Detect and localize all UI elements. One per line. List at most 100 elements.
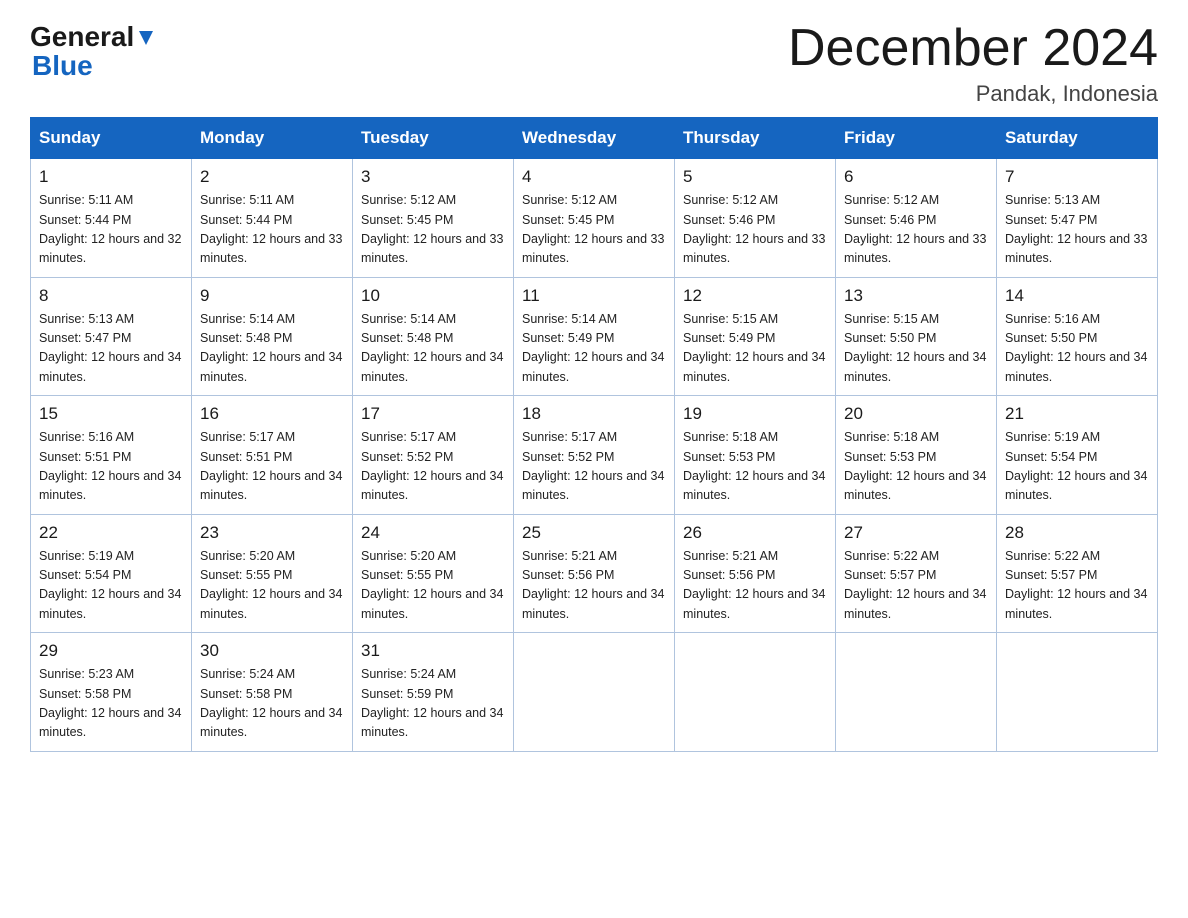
day-number: 31 xyxy=(361,641,505,661)
day-info: Sunrise: 5:18 AM Sunset: 5:53 PM Dayligh… xyxy=(844,428,988,506)
day-cell: 19 Sunrise: 5:18 AM Sunset: 5:53 PM Dayl… xyxy=(675,396,836,515)
title-block: December 2024 Pandak, Indonesia xyxy=(788,20,1158,107)
day-info: Sunrise: 5:19 AM Sunset: 5:54 PM Dayligh… xyxy=(1005,428,1149,506)
day-cell: 31 Sunrise: 5:24 AM Sunset: 5:59 PM Dayl… xyxy=(353,633,514,752)
day-info: Sunrise: 5:21 AM Sunset: 5:56 PM Dayligh… xyxy=(522,547,666,625)
day-cell: 9 Sunrise: 5:14 AM Sunset: 5:48 PM Dayli… xyxy=(192,277,353,396)
day-info: Sunrise: 5:17 AM Sunset: 5:52 PM Dayligh… xyxy=(522,428,666,506)
day-info: Sunrise: 5:14 AM Sunset: 5:49 PM Dayligh… xyxy=(522,310,666,388)
day-cell: 30 Sunrise: 5:24 AM Sunset: 5:58 PM Dayl… xyxy=(192,633,353,752)
day-cell xyxy=(997,633,1158,752)
day-info: Sunrise: 5:17 AM Sunset: 5:52 PM Dayligh… xyxy=(361,428,505,506)
col-header-thursday: Thursday xyxy=(675,118,836,159)
day-cell: 18 Sunrise: 5:17 AM Sunset: 5:52 PM Dayl… xyxy=(514,396,675,515)
day-number: 28 xyxy=(1005,523,1149,543)
day-info: Sunrise: 5:12 AM Sunset: 5:46 PM Dayligh… xyxy=(683,191,827,269)
day-info: Sunrise: 5:13 AM Sunset: 5:47 PM Dayligh… xyxy=(39,310,183,388)
day-cell: 27 Sunrise: 5:22 AM Sunset: 5:57 PM Dayl… xyxy=(836,514,997,633)
week-row-2: 8 Sunrise: 5:13 AM Sunset: 5:47 PM Dayli… xyxy=(31,277,1158,396)
day-number: 7 xyxy=(1005,167,1149,187)
day-info: Sunrise: 5:15 AM Sunset: 5:49 PM Dayligh… xyxy=(683,310,827,388)
col-header-saturday: Saturday xyxy=(997,118,1158,159)
day-cell: 25 Sunrise: 5:21 AM Sunset: 5:56 PM Dayl… xyxy=(514,514,675,633)
week-row-3: 15 Sunrise: 5:16 AM Sunset: 5:51 PM Dayl… xyxy=(31,396,1158,515)
day-number: 13 xyxy=(844,286,988,306)
logo-general: General xyxy=(30,21,134,53)
day-cell: 26 Sunrise: 5:21 AM Sunset: 5:56 PM Dayl… xyxy=(675,514,836,633)
day-cell: 16 Sunrise: 5:17 AM Sunset: 5:51 PM Dayl… xyxy=(192,396,353,515)
day-number: 17 xyxy=(361,404,505,424)
day-info: Sunrise: 5:15 AM Sunset: 5:50 PM Dayligh… xyxy=(844,310,988,388)
day-number: 10 xyxy=(361,286,505,306)
day-number: 15 xyxy=(39,404,183,424)
day-cell: 13 Sunrise: 5:15 AM Sunset: 5:50 PM Dayl… xyxy=(836,277,997,396)
day-number: 19 xyxy=(683,404,827,424)
col-header-sunday: Sunday xyxy=(31,118,192,159)
day-number: 4 xyxy=(522,167,666,187)
logo-arrow-icon xyxy=(137,22,155,54)
day-info: Sunrise: 5:13 AM Sunset: 5:47 PM Dayligh… xyxy=(1005,191,1149,269)
day-cell: 7 Sunrise: 5:13 AM Sunset: 5:47 PM Dayli… xyxy=(997,159,1158,278)
day-number: 25 xyxy=(522,523,666,543)
week-row-4: 22 Sunrise: 5:19 AM Sunset: 5:54 PM Dayl… xyxy=(31,514,1158,633)
day-cell: 1 Sunrise: 5:11 AM Sunset: 5:44 PM Dayli… xyxy=(31,159,192,278)
day-cell: 12 Sunrise: 5:15 AM Sunset: 5:49 PM Dayl… xyxy=(675,277,836,396)
col-header-monday: Monday xyxy=(192,118,353,159)
subtitle: Pandak, Indonesia xyxy=(788,81,1158,107)
day-number: 18 xyxy=(522,404,666,424)
day-cell: 5 Sunrise: 5:12 AM Sunset: 5:46 PM Dayli… xyxy=(675,159,836,278)
week-row-1: 1 Sunrise: 5:11 AM Sunset: 5:44 PM Dayli… xyxy=(31,159,1158,278)
day-number: 12 xyxy=(683,286,827,306)
day-cell: 11 Sunrise: 5:14 AM Sunset: 5:49 PM Dayl… xyxy=(514,277,675,396)
day-cell: 24 Sunrise: 5:20 AM Sunset: 5:55 PM Dayl… xyxy=(353,514,514,633)
day-cell: 22 Sunrise: 5:19 AM Sunset: 5:54 PM Dayl… xyxy=(31,514,192,633)
day-info: Sunrise: 5:20 AM Sunset: 5:55 PM Dayligh… xyxy=(200,547,344,625)
col-header-tuesday: Tuesday xyxy=(353,118,514,159)
day-info: Sunrise: 5:12 AM Sunset: 5:45 PM Dayligh… xyxy=(361,191,505,269)
day-cell: 4 Sunrise: 5:12 AM Sunset: 5:45 PM Dayli… xyxy=(514,159,675,278)
day-cell: 17 Sunrise: 5:17 AM Sunset: 5:52 PM Dayl… xyxy=(353,396,514,515)
day-info: Sunrise: 5:16 AM Sunset: 5:51 PM Dayligh… xyxy=(39,428,183,506)
day-info: Sunrise: 5:12 AM Sunset: 5:46 PM Dayligh… xyxy=(844,191,988,269)
day-cell xyxy=(836,633,997,752)
day-number: 14 xyxy=(1005,286,1149,306)
day-cell: 8 Sunrise: 5:13 AM Sunset: 5:47 PM Dayli… xyxy=(31,277,192,396)
col-header-friday: Friday xyxy=(836,118,997,159)
day-cell: 29 Sunrise: 5:23 AM Sunset: 5:58 PM Dayl… xyxy=(31,633,192,752)
calendar-header-row: SundayMondayTuesdayWednesdayThursdayFrid… xyxy=(31,118,1158,159)
day-number: 22 xyxy=(39,523,183,543)
day-cell: 10 Sunrise: 5:14 AM Sunset: 5:48 PM Dayl… xyxy=(353,277,514,396)
day-cell xyxy=(675,633,836,752)
day-cell xyxy=(514,633,675,752)
week-row-5: 29 Sunrise: 5:23 AM Sunset: 5:58 PM Dayl… xyxy=(31,633,1158,752)
day-info: Sunrise: 5:24 AM Sunset: 5:59 PM Dayligh… xyxy=(361,665,505,743)
logo-blue: Blue xyxy=(32,50,93,82)
day-number: 27 xyxy=(844,523,988,543)
day-info: Sunrise: 5:11 AM Sunset: 5:44 PM Dayligh… xyxy=(200,191,344,269)
day-info: Sunrise: 5:12 AM Sunset: 5:45 PM Dayligh… xyxy=(522,191,666,269)
day-number: 2 xyxy=(200,167,344,187)
day-info: Sunrise: 5:16 AM Sunset: 5:50 PM Dayligh… xyxy=(1005,310,1149,388)
day-number: 30 xyxy=(200,641,344,661)
day-cell: 15 Sunrise: 5:16 AM Sunset: 5:51 PM Dayl… xyxy=(31,396,192,515)
day-number: 20 xyxy=(844,404,988,424)
day-number: 26 xyxy=(683,523,827,543)
col-header-wednesday: Wednesday xyxy=(514,118,675,159)
day-number: 23 xyxy=(200,523,344,543)
day-info: Sunrise: 5:22 AM Sunset: 5:57 PM Dayligh… xyxy=(844,547,988,625)
day-info: Sunrise: 5:19 AM Sunset: 5:54 PM Dayligh… xyxy=(39,547,183,625)
day-number: 24 xyxy=(361,523,505,543)
day-info: Sunrise: 5:21 AM Sunset: 5:56 PM Dayligh… xyxy=(683,547,827,625)
day-number: 16 xyxy=(200,404,344,424)
day-info: Sunrise: 5:11 AM Sunset: 5:44 PM Dayligh… xyxy=(39,191,183,269)
day-number: 1 xyxy=(39,167,183,187)
day-number: 9 xyxy=(200,286,344,306)
day-info: Sunrise: 5:14 AM Sunset: 5:48 PM Dayligh… xyxy=(200,310,344,388)
day-number: 6 xyxy=(844,167,988,187)
day-cell: 20 Sunrise: 5:18 AM Sunset: 5:53 PM Dayl… xyxy=(836,396,997,515)
day-number: 29 xyxy=(39,641,183,661)
day-number: 8 xyxy=(39,286,183,306)
day-cell: 6 Sunrise: 5:12 AM Sunset: 5:46 PM Dayli… xyxy=(836,159,997,278)
page-header: General Blue December 2024 Pandak, Indon… xyxy=(30,20,1158,107)
day-cell: 21 Sunrise: 5:19 AM Sunset: 5:54 PM Dayl… xyxy=(997,396,1158,515)
